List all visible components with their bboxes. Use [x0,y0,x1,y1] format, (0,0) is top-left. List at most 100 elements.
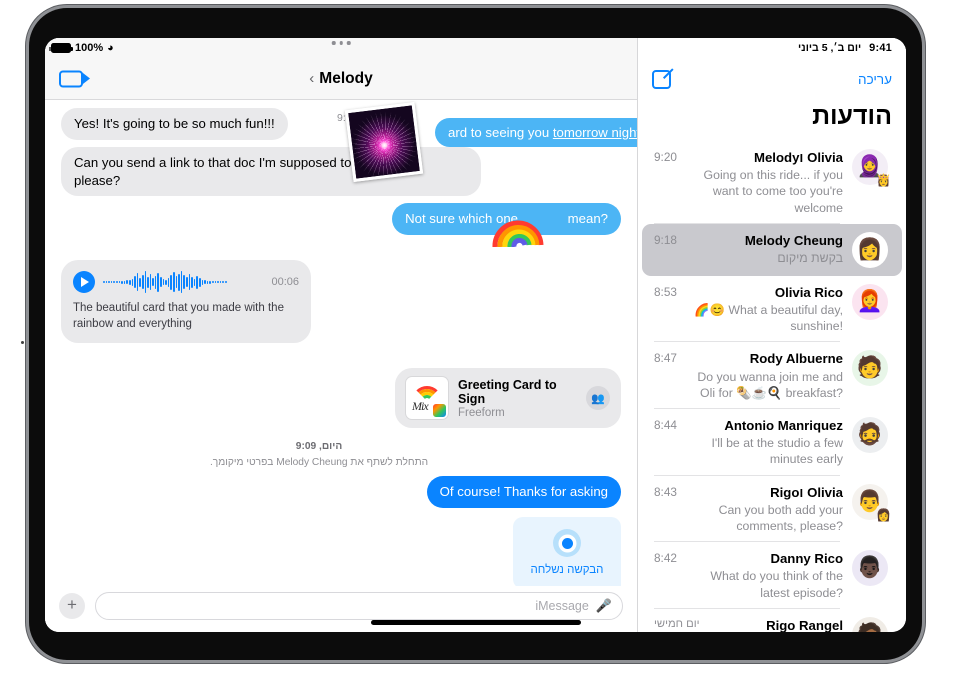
message-bubble-incoming[interactable]: Yes! It's going to be so much fun!!! [56,108,288,140]
device-side-indicator [21,341,24,344]
message-row: Of course! Thanks for asking [61,475,627,508]
conversation-header: ‹ Melody [45,41,637,100]
avatar: 👨 👩 [852,483,891,522]
card-subtitle: Freeform [458,406,505,419]
conversation-pane: 100% ◕ ‹ Melody 9:0 ard to seeing you to… [45,38,638,632]
people-icon[interactable]: 👥 [586,386,610,411]
system-status-message: היום, 9:09 התחלת לשתף את Melody Cheung ב… [61,439,621,470]
conversation-preview-text: What do you think of the latest episode? [710,569,843,600]
conversation-text-group: Rigo Rangel31 באוגוסט 2018 - 29 באוגוסט … [709,617,843,632]
conversation-text-group: Rody Albuerne Do you wanna join me and Ol… [686,350,843,401]
conversation-list-item[interactable]: 👩‍🦰 Olivia Rico 🌈😊 What a beautiful day, s… [642,276,902,343]
battery-percent-label: 100% [75,42,104,54]
conversation-preview-text: Can you both add your comments, please? [718,502,843,533]
conversation-list-item[interactable]: 🧑🏾 Rigo Rangel31 באוגוסט 2018 - 29 באוגוס… [642,609,902,632]
avatar: 🧑 [852,350,888,387]
audio-waveform[interactable] [103,270,263,294]
bubble-text: ard to seeing you [448,125,553,140]
message-bubble-outgoing[interactable]: ard to seeing you tomorrow night [435,118,637,147]
conversation-sender-name: Melodyו Olivia [753,150,843,165]
avatar: 🧑🏾 [852,616,888,632]
conversation-preview-text: בקשת מיקום [777,250,843,265]
audio-transcript-text: The beautiful card that you made with th… [73,302,284,330]
shared-document-bubble[interactable]: Mix Greeting Card to Sign Freeform 👥 [395,368,626,429]
conversation-list-item[interactable]: 🧕 👸 Melodyו Olivia Going on this ride... if… [642,141,902,224]
bubble-link[interactable]: tomorrow night [553,125,637,140]
multitasking-dots-button[interactable] [331,41,351,45]
status-date-label: יום ב׳, 5 ביוני [798,42,862,54]
conversation-timestamp: 8:47 [654,351,677,366]
avatar-badge: 👸 [876,173,891,187]
conversation-timestamp: יום חמישי [654,617,700,630]
avatar: 👨🏿 [852,550,888,587]
audio-controls: 00:06 [73,270,299,294]
conversation-sender-name: Rigoו Olivia [770,484,843,500]
conversation-sender-name: Rody Albuerne [749,351,843,367]
conversation-list[interactable]: 🧕 👸 Melodyו Olivia Going on this ride... if… [638,141,906,632]
conversation-timestamp: 9:20 [654,150,677,164]
page-title: Melody [319,69,373,87]
location-request-card[interactable]: הבקשה נשלחה [513,516,621,586]
add-attachment-button[interactable]: + [59,593,85,619]
wifi-icon: ◕ [107,41,114,54]
dot [331,41,336,45]
avatar-badge: 👩 [876,507,891,522]
conversation-list-item[interactable]: 👩 Melody Cheung בקשת מיקום 9:18 [642,223,902,276]
conversation-list-item[interactable]: 👨 👩 Rigoו Olivia Can you both add your comm… [642,476,902,543]
conversation-list-item[interactable]: 👨🏿 Danny Rico What do you think of the lat… [642,542,902,609]
message-row-location: הבקשה נשלחה [61,516,621,586]
conversation-sender-name: Danny Rico [770,551,843,567]
message-row: Can you send a link to that doc I'm supp… [56,146,621,197]
back-chevron-icon[interactable]: ‹ [309,70,314,87]
conversation-sender-name: Olivia Rico [774,284,843,300]
message-list[interactable]: 9:0 ard to seeing you tomorrow night Yes… [45,100,637,586]
avatar: 🧕 👸 [852,149,891,187]
video-call-icon[interactable] [59,70,90,87]
avatar: 👩‍🦰 [852,283,888,320]
bubble-text-2: mean? [567,211,608,227]
conversation-list-item[interactable]: 🧑 Rody Albuerne Do you wanna join me and O… [642,342,902,409]
message-row: Not sure which one mean? [61,203,626,248]
play-icon[interactable] [73,271,95,294]
imessage-placeholder: iMessage [535,599,589,613]
home-indicator[interactable] [370,620,581,625]
conversation-timestamp: 8:44 [654,418,677,432]
sidebar-header: עריכה הודעות [638,58,906,141]
conversation-text-group: Melody Cheung בקשת מיקום [686,232,843,266]
conversation-text-group: Olivia Rico 🌈😊 What a beautiful day, suns… [686,284,843,335]
message-row-audio: 00:06 The beautiful card that you made w… [56,260,621,344]
conversation-preview-text: 🌈😊 What a beautiful day, sunshine! [694,302,843,334]
firework-image [348,105,420,179]
edit-button[interactable]: עריכה [858,72,892,87]
greeting-card-thumbnail: Mix [406,377,448,420]
freeform-app-badge-icon [432,403,447,419]
system-message-text: התחלת לשתף את Melody Cheung בפרטי מיקומך… [209,456,429,468]
audio-message-bubble[interactable]: 00:06 The beautiful card that you made w… [56,260,311,344]
imessage-input[interactable]: iMessage 🎤 [95,592,623,620]
ipad-screen: 100% ◕ ‹ Melody 9:0 ard to seeing you to… [45,38,906,632]
dot [346,41,351,45]
card-title: Greeting Card to Sign [458,377,557,406]
conversation-list-item[interactable]: 🧔 Antonio Manriquez I'll be at the studio … [642,409,902,476]
avatar: 👩 [852,231,888,268]
avatar: 🧔 [852,417,888,453]
firework-photo-attachment[interactable] [344,102,424,182]
rainbow-sticker[interactable] [491,205,545,248]
conversation-text-group: Antonio Manriquez I'll be at the studio a… [686,417,843,468]
message-row-card: Mix Greeting Card to Sign Freeform 👥 [61,368,626,429]
conversation-preview-text: Going on this ride... if you want to com… [703,168,843,215]
dot [339,41,343,45]
system-message-timestamp: היום, 9:09 [295,441,343,453]
compose-icon[interactable] [652,69,671,89]
conversation-sender-name: Rigo Rangel [766,617,843,632]
battery-icon [48,43,73,53]
conversation-timestamp: 8:53 [654,284,677,299]
compose-bar: + iMessage 🎤 [45,586,637,632]
message-bubble-outgoing[interactable]: Of course! Thanks for asking [426,475,627,508]
conversation-timestamp: 8:42 [654,551,677,566]
conversation-title-group[interactable]: ‹ Melody [309,70,372,88]
location-request-label: הבקשה נשלחה [530,564,604,577]
microphone-icon[interactable]: 🎤 [596,598,612,614]
card-scribble-text: Mix [412,399,429,414]
audio-duration-label: 00:06 [271,276,299,289]
